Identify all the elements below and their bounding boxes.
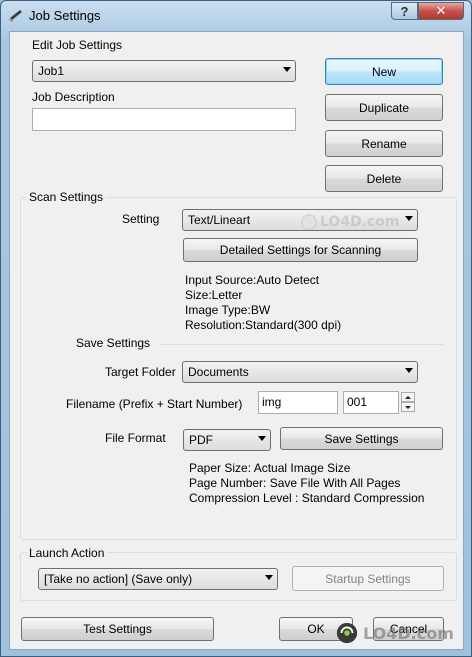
rename-button[interactable]: Rename <box>325 130 443 157</box>
edit-job-settings-label: Edit Job Settings <box>32 38 123 52</box>
save-settings-label: Save Settings <box>76 336 151 350</box>
window-title: Job Settings <box>29 8 101 23</box>
save-settings-button[interactable]: Save Settings <box>280 427 443 450</box>
setting-label: Setting <box>122 212 160 226</box>
detailed-settings-button[interactable]: Detailed Settings for Scanning <box>183 238 418 262</box>
file-format-value: PDF <box>189 433 213 447</box>
chevron-down-icon <box>258 436 266 441</box>
launch-action-value: [Take no action] (Save only) <box>44 572 193 586</box>
start-number-spinner <box>401 392 415 412</box>
scan-settings-label: Scan Settings <box>26 190 107 204</box>
new-button[interactable]: New <box>325 58 443 85</box>
watermark-text: LO4D.com <box>363 624 454 643</box>
filename-prefix-value: img <box>262 395 282 409</box>
setting-select-value: Text/Lineart <box>188 213 251 227</box>
page-number-text: Page Number: Save File With All Pages <box>189 476 401 490</box>
delete-button[interactable]: Delete <box>325 165 443 192</box>
compression-level-text: Compression Level : Standard Compression <box>189 491 425 505</box>
resolution-text: Resolution:Standard(300 dpi) <box>185 318 342 332</box>
launch-action-label: Launch Action <box>26 546 108 560</box>
image-type-text: Image Type:BW <box>185 303 271 317</box>
filename-label: Filename (Prefix + Start Number) <box>66 397 243 411</box>
watermark-globe-icon <box>336 622 358 644</box>
spin-down-button[interactable] <box>401 402 415 412</box>
input-source-text: Input Source:Auto Detect <box>185 273 320 287</box>
job-description-input[interactable] <box>32 108 296 131</box>
startup-settings-button[interactable]: Startup Settings <box>292 566 444 591</box>
filename-prefix-input[interactable]: img <box>258 391 338 414</box>
watermark-logo-bottom: LO4D.com <box>335 620 459 648</box>
job-description-label: Job Description <box>32 90 115 104</box>
start-number-input[interactable]: 001 <box>343 391 399 414</box>
chevron-down-icon <box>283 67 291 72</box>
watermark-text: LO4D.com <box>320 214 400 230</box>
title-bar[interactable]: Job Settings ? ✕ <box>1 1 471 29</box>
launch-action-select[interactable]: [Take no action] (Save only) <box>38 568 278 590</box>
start-number-value: 001 <box>347 395 368 409</box>
test-settings-button[interactable]: Test Settings <box>21 617 214 641</box>
job-select-value: Job1 <box>38 64 65 78</box>
watermark-globe-icon <box>301 214 317 230</box>
chevron-down-icon <box>265 575 273 580</box>
spin-up-button[interactable] <box>401 392 415 402</box>
target-folder-select[interactable]: Documents <box>182 361 418 383</box>
target-folder-value: Documents <box>188 365 249 379</box>
job-settings-window: Job Settings ? ✕ Edit Job Settings Job1 … <box>0 0 472 657</box>
file-format-select[interactable]: PDF <box>183 429 271 451</box>
scanner-app-icon <box>9 10 22 22</box>
file-format-label: File Format <box>105 431 166 445</box>
watermark-logo: LO4D.com <box>300 211 410 235</box>
target-folder-label: Target Folder <box>105 365 176 379</box>
chevron-down-icon <box>405 368 413 373</box>
help-button[interactable]: ? <box>391 2 418 20</box>
job-select[interactable]: Job1 <box>32 60 296 82</box>
duplicate-button[interactable]: Duplicate <box>325 94 443 121</box>
arrow-down-icon <box>405 405 411 409</box>
save-settings-divider <box>160 344 443 345</box>
dialog-body: Edit Job Settings Job1 Job Description N… <box>9 31 464 650</box>
paper-size-text: Paper Size: Actual Image Size <box>189 461 351 475</box>
size-text: Size:Letter <box>185 288 243 302</box>
close-button[interactable]: ✕ <box>418 2 464 20</box>
arrow-up-icon <box>405 395 411 399</box>
